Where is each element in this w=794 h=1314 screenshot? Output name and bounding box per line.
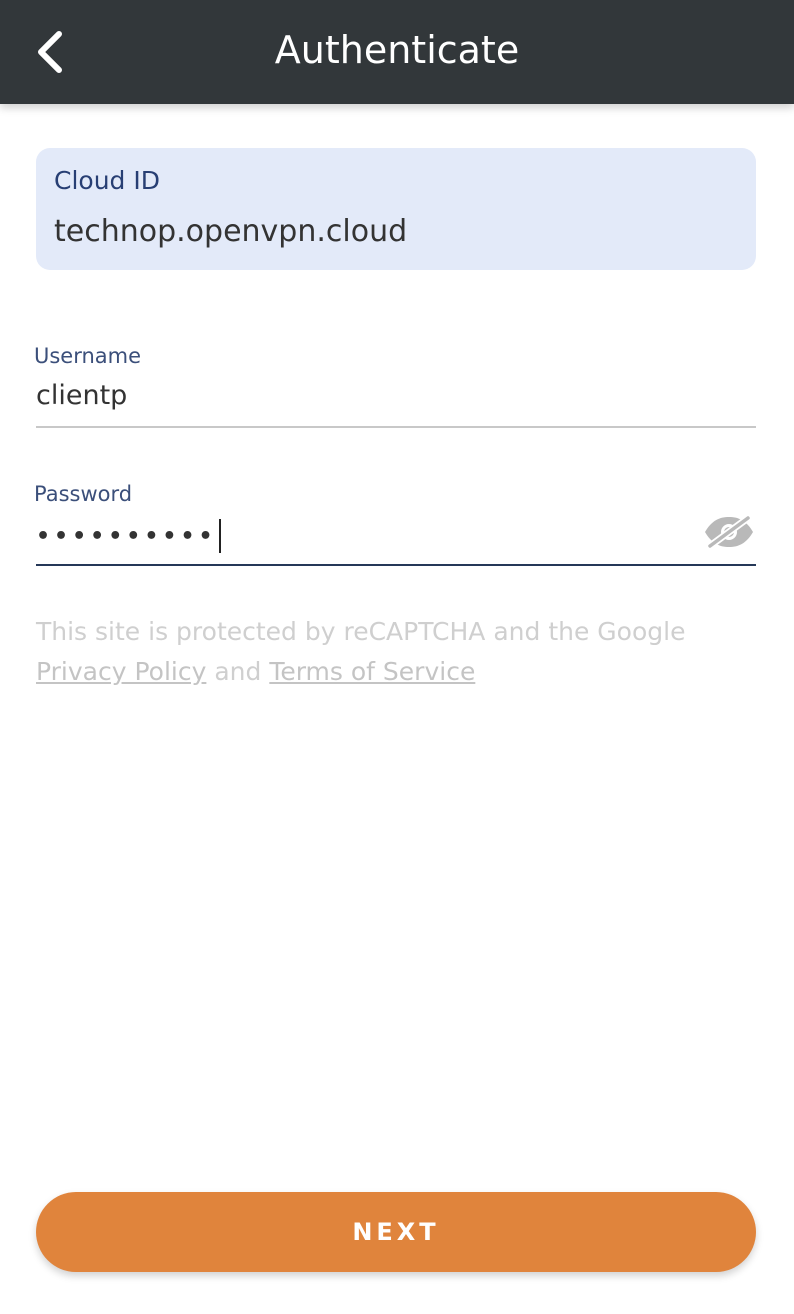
- username-field[interactable]: Username clientp: [34, 344, 756, 430]
- recaptcha-notice: This site is protected by reCAPTCHA and …: [36, 612, 758, 692]
- top-app-bar: Authenticate: [0, 0, 794, 104]
- password-underline: [36, 564, 756, 566]
- terms-of-service-link[interactable]: Terms of Service: [269, 657, 475, 686]
- username-input[interactable]: clientp: [36, 380, 736, 420]
- next-button[interactable]: NEXT: [36, 1192, 756, 1272]
- privacy-policy-link[interactable]: Privacy Policy: [36, 657, 206, 686]
- username-underline: [36, 426, 756, 428]
- cloud-id-card: Cloud ID technop.openvpn.cloud: [36, 148, 756, 270]
- password-masked-value: ••••••••••: [36, 523, 217, 549]
- cloud-id-value: technop.openvpn.cloud: [54, 214, 408, 249]
- chevron-left-icon: [38, 31, 62, 73]
- cloud-id-label: Cloud ID: [54, 166, 160, 195]
- password-input[interactable]: ••••••••••: [36, 514, 686, 558]
- password-label: Password: [34, 482, 133, 506]
- recaptcha-and-text: and: [206, 657, 270, 686]
- password-field[interactable]: Password ••••••••••: [34, 482, 758, 568]
- eye-off-icon: [705, 514, 753, 550]
- username-label: Username: [34, 344, 142, 368]
- toggle-password-visibility-button[interactable]: [700, 512, 758, 552]
- recaptcha-text: This site is protected by reCAPTCHA and …: [36, 617, 686, 646]
- back-button[interactable]: [20, 22, 80, 82]
- text-cursor: [218, 519, 221, 553]
- authenticate-screen: Authenticate Cloud ID technop.openvpn.cl…: [0, 0, 794, 1314]
- page-title: Authenticate: [274, 28, 520, 72]
